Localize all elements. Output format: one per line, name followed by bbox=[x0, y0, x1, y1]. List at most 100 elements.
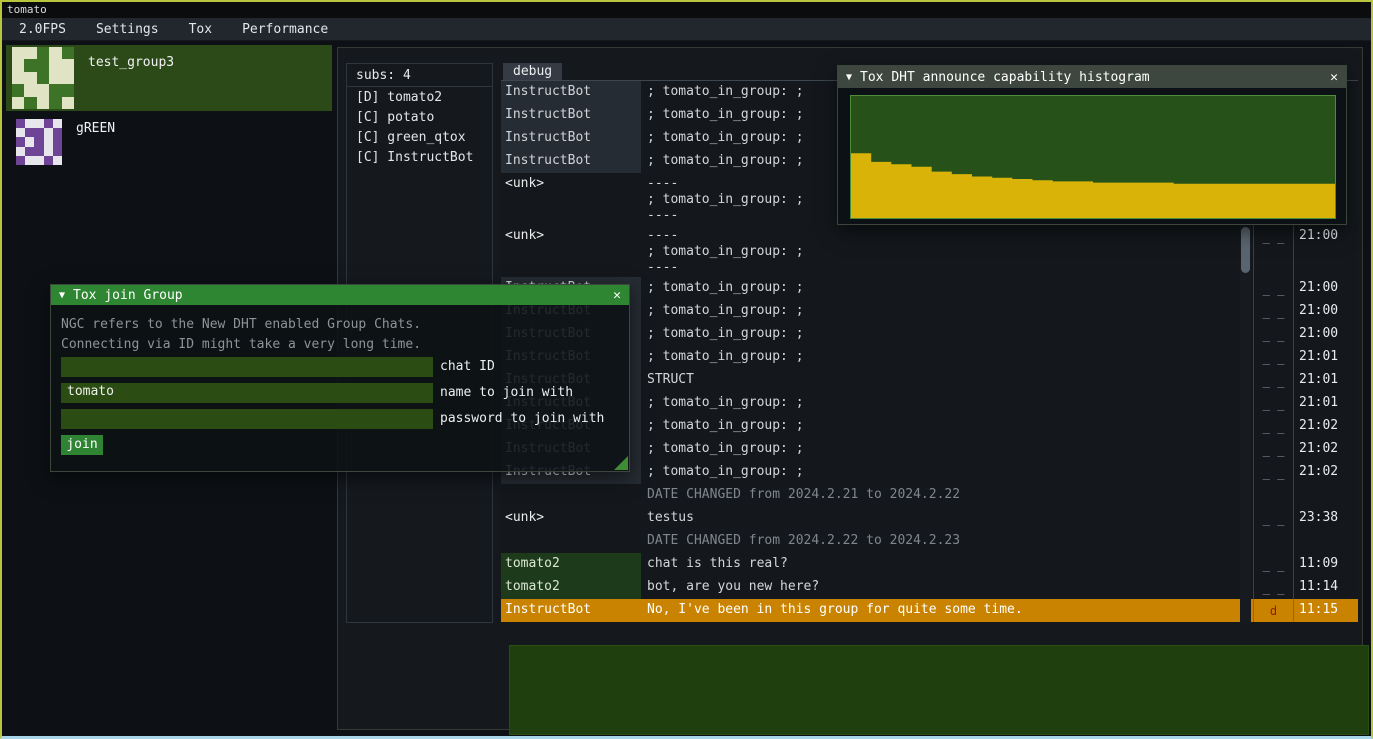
menu-item-tox[interactable]: Tox bbox=[176, 20, 225, 39]
collapse-arrow-icon[interactable]: ▼ bbox=[846, 72, 852, 83]
avatar-pixel bbox=[12, 59, 24, 71]
avatar-pixel bbox=[16, 147, 25, 156]
avatar-pixel bbox=[49, 72, 61, 84]
avatar-pixel bbox=[34, 137, 43, 146]
message-text: ; tomato_in_group: ; bbox=[641, 323, 1239, 346]
close-icon[interactable]: ✕ bbox=[613, 288, 621, 303]
join-field-row: password to join with bbox=[61, 409, 604, 429]
close-icon[interactable]: ✕ bbox=[1330, 70, 1338, 85]
histogram-plot[interactable] bbox=[850, 95, 1336, 219]
subs-item[interactable]: [C] green_qtox bbox=[347, 127, 492, 147]
group-avatar bbox=[16, 119, 62, 165]
message-time: 23:38 bbox=[1293, 507, 1358, 530]
chat-message-row[interactable]: tomato2chat is this real?_ _11:09 bbox=[501, 553, 1358, 576]
message-flags bbox=[1253, 484, 1293, 507]
message-flags: _ _ bbox=[1253, 392, 1293, 415]
avatar-pixel bbox=[44, 119, 53, 128]
avatar-pixel bbox=[16, 137, 25, 146]
message-name-cell bbox=[501, 484, 641, 507]
avatar-pixel bbox=[62, 72, 74, 84]
avatar-pixel bbox=[24, 97, 36, 109]
message-sender: InstructBot bbox=[501, 599, 641, 622]
message-sender: InstructBot bbox=[501, 81, 641, 104]
chat-message-row[interactable]: tomato2bot, are you new here?_ _11:14 bbox=[501, 576, 1358, 599]
chat-message-row[interactable]: <unk>testus _ _23:38 bbox=[501, 507, 1358, 530]
message-text: ; tomato_in_group: ; bbox=[641, 346, 1239, 369]
avatar-pixel bbox=[12, 84, 24, 96]
avatar-pixel bbox=[62, 84, 74, 96]
tab-debug[interactable]: debug bbox=[503, 63, 562, 80]
field-label: password to join with bbox=[440, 409, 604, 429]
avatar-pixel bbox=[25, 147, 34, 156]
avatar-pixel bbox=[24, 47, 36, 59]
input-name-to-join-with[interactable]: tomato bbox=[61, 383, 433, 403]
group-item-test_group3[interactable]: test_group3 bbox=[6, 45, 332, 111]
avatar-pixel bbox=[49, 84, 61, 96]
message-text: bot, are you new here? bbox=[641, 576, 1239, 599]
subs-item[interactable]: [C] InstructBot bbox=[347, 147, 492, 167]
chat-message-row[interactable]: InstructBotNo, I've been in this group f… bbox=[501, 599, 1358, 622]
group-item-gREEN[interactable]: gREEN bbox=[6, 113, 332, 169]
message-time: 21:00 bbox=[1293, 300, 1358, 323]
input-chat-ID[interactable] bbox=[61, 357, 433, 377]
chat-message-row[interactable]: <unk>----; tomato_in_group: ;----_ _21:0… bbox=[501, 225, 1358, 277]
message-time: 11:14 bbox=[1293, 576, 1358, 599]
group-name: test_group3 bbox=[88, 55, 174, 111]
avatar-pixel bbox=[53, 156, 62, 165]
message-time: 21:00 bbox=[1293, 277, 1358, 300]
avatar-pixel bbox=[49, 47, 61, 59]
menu-item-2.0fps: 2.0FPS bbox=[6, 20, 79, 39]
group-list: test_group3gREEN bbox=[6, 45, 334, 171]
avatar-pixel bbox=[12, 47, 24, 59]
avatar-pixel bbox=[25, 119, 34, 128]
message-flags: _ _ bbox=[1253, 346, 1293, 369]
message-sender: <unk> bbox=[501, 507, 641, 530]
menu-item-performance[interactable]: Performance bbox=[229, 20, 341, 39]
date-changed-row: DATE CHANGED from 2024.2.22 to 2024.2.23 bbox=[501, 530, 1358, 553]
message-text: testus bbox=[641, 507, 1239, 530]
message-time bbox=[1293, 484, 1358, 507]
histogram-window-titlebar: ▼ Tox DHT announce capability histogram … bbox=[838, 66, 1346, 88]
message-flags: _ _ bbox=[1253, 300, 1293, 323]
subs-item[interactable]: [D] tomato2 bbox=[347, 87, 492, 107]
message-time: 21:00 bbox=[1293, 323, 1358, 346]
resize-grip-icon[interactable] bbox=[614, 456, 628, 470]
message-text: ; tomato_in_group: ; bbox=[641, 415, 1239, 438]
avatar-pixel bbox=[44, 137, 53, 146]
avatar-pixel bbox=[25, 137, 34, 146]
message-text: chat is this real? bbox=[641, 553, 1239, 576]
avatar-pixel bbox=[24, 59, 36, 71]
date-changed-text: DATE CHANGED from 2024.2.21 to 2024.2.22 bbox=[641, 484, 1239, 507]
message-flags: _ _ bbox=[1253, 415, 1293, 438]
subs-item[interactable]: [C] potato bbox=[347, 107, 492, 127]
avatar-pixel bbox=[24, 84, 36, 96]
avatar-pixel bbox=[37, 97, 49, 109]
avatar-pixel bbox=[16, 128, 25, 137]
date-changed-text: DATE CHANGED from 2024.2.22 to 2024.2.23 bbox=[641, 530, 1239, 553]
message-time: 11:09 bbox=[1293, 553, 1358, 576]
message-flags bbox=[1253, 530, 1293, 553]
join-group-window: ▼ Tox join Group ✕ NGC refers to the New… bbox=[50, 284, 630, 472]
message-flags: _ _ bbox=[1253, 277, 1293, 300]
collapse-arrow-icon[interactable]: ▼ bbox=[59, 290, 65, 301]
message-text: ; tomato_in_group: ; bbox=[641, 461, 1239, 484]
message-flags: d bbox=[1253, 599, 1293, 622]
message-text: ----; tomato_in_group: ;---- bbox=[641, 225, 1239, 277]
avatar-pixel bbox=[44, 156, 53, 165]
avatar-pixel bbox=[49, 59, 61, 71]
message-sender: tomato2 bbox=[501, 553, 641, 576]
message-time: 21:00 bbox=[1293, 225, 1358, 277]
message-flags: _ _ bbox=[1253, 507, 1293, 530]
message-text: ; tomato_in_group: ; bbox=[641, 300, 1239, 323]
chat-input[interactable] bbox=[509, 645, 1369, 735]
join-button[interactable]: join bbox=[61, 435, 103, 455]
input-password-to-join-with[interactable] bbox=[61, 409, 433, 429]
menu-item-settings[interactable]: Settings bbox=[83, 20, 172, 39]
message-text: STRUCT bbox=[641, 369, 1239, 392]
avatar-pixel bbox=[53, 137, 62, 146]
message-time bbox=[1293, 530, 1358, 553]
message-flags: _ _ bbox=[1253, 225, 1293, 277]
message-text: ; tomato_in_group: ; bbox=[641, 438, 1239, 461]
message-name-cell bbox=[501, 530, 641, 553]
scrollbar-thumb[interactable] bbox=[1241, 227, 1250, 273]
